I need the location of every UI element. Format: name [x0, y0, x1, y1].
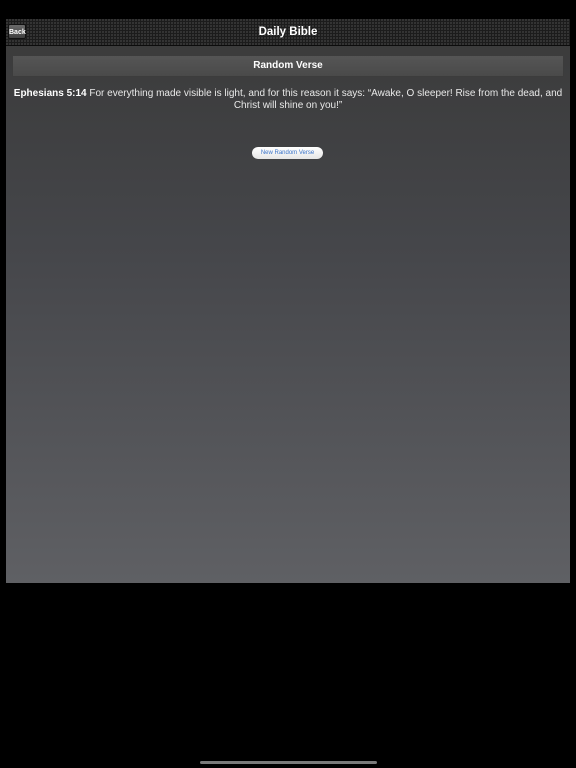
verse-text-block: Ephesians 5:14 For everything made visib… [10, 88, 566, 112]
verse-reference: Ephesians 5:14 [13, 88, 87, 99]
section-header-random-verse: Random Verse [12, 55, 564, 77]
home-indicator[interactable] [200, 761, 377, 764]
verse-body: For everything made visible is light, an… [89, 88, 563, 111]
new-random-verse-button[interactable]: New Random Verse [252, 147, 323, 159]
navigation-bar: Back Daily Bible [6, 19, 570, 46]
screen: Back Daily Bible Random Verse Ephesians … [0, 0, 576, 768]
page-title: Daily Bible [258, 26, 318, 38]
app-window: Back Daily Bible Random Verse Ephesians … [6, 19, 570, 583]
